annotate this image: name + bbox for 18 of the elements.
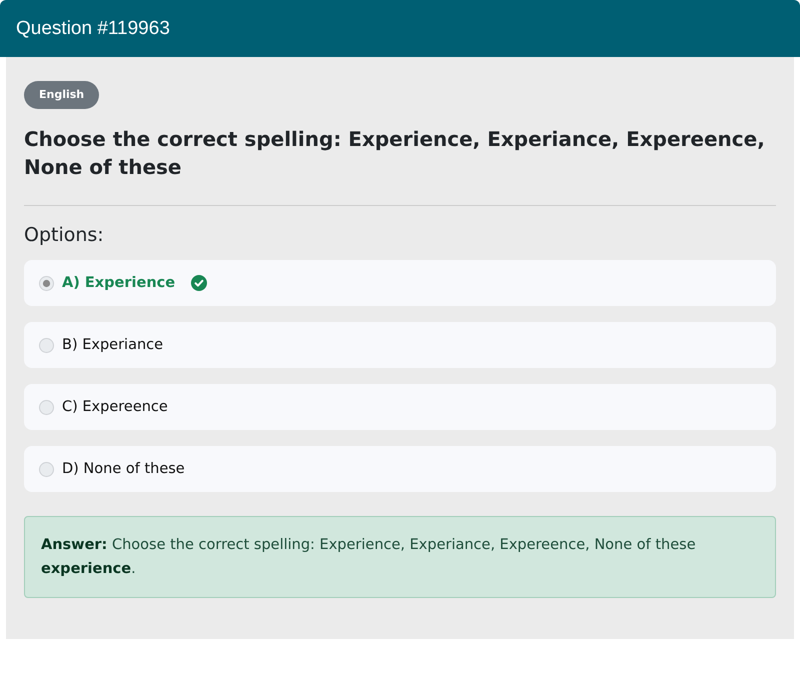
radio-button[interactable] [39,276,54,290]
question-number-title: Question #119963 [16,18,170,40]
option-card[interactable]: A) Experience [24,260,776,306]
answer-text: Answer: Choose the correct spelling: Experience, Experiance, Expereence, None of these experience. [41,536,697,579]
option-label: D) None of these [62,461,185,477]
radio-button[interactable] [39,462,54,476]
option-card[interactable]: D) None of these [24,446,776,492]
check-circle-icon [191,275,208,291]
subject-tag: English [24,81,100,109]
option-label: B) Experiance [62,337,164,353]
option-card[interactable]: C) Expereence [24,384,776,430]
option-card[interactable]: B) Experiance [24,322,776,368]
question-text: Choose the correct spelling: Experience, Experiance, Expereence, None of these [24,126,766,181]
radio-button[interactable] [39,400,54,414]
option-label: A) Experience [62,275,176,291]
options-heading: Options: [24,224,105,246]
radio-button[interactable] [39,338,54,352]
option-label: C) Expereence [62,399,168,415]
